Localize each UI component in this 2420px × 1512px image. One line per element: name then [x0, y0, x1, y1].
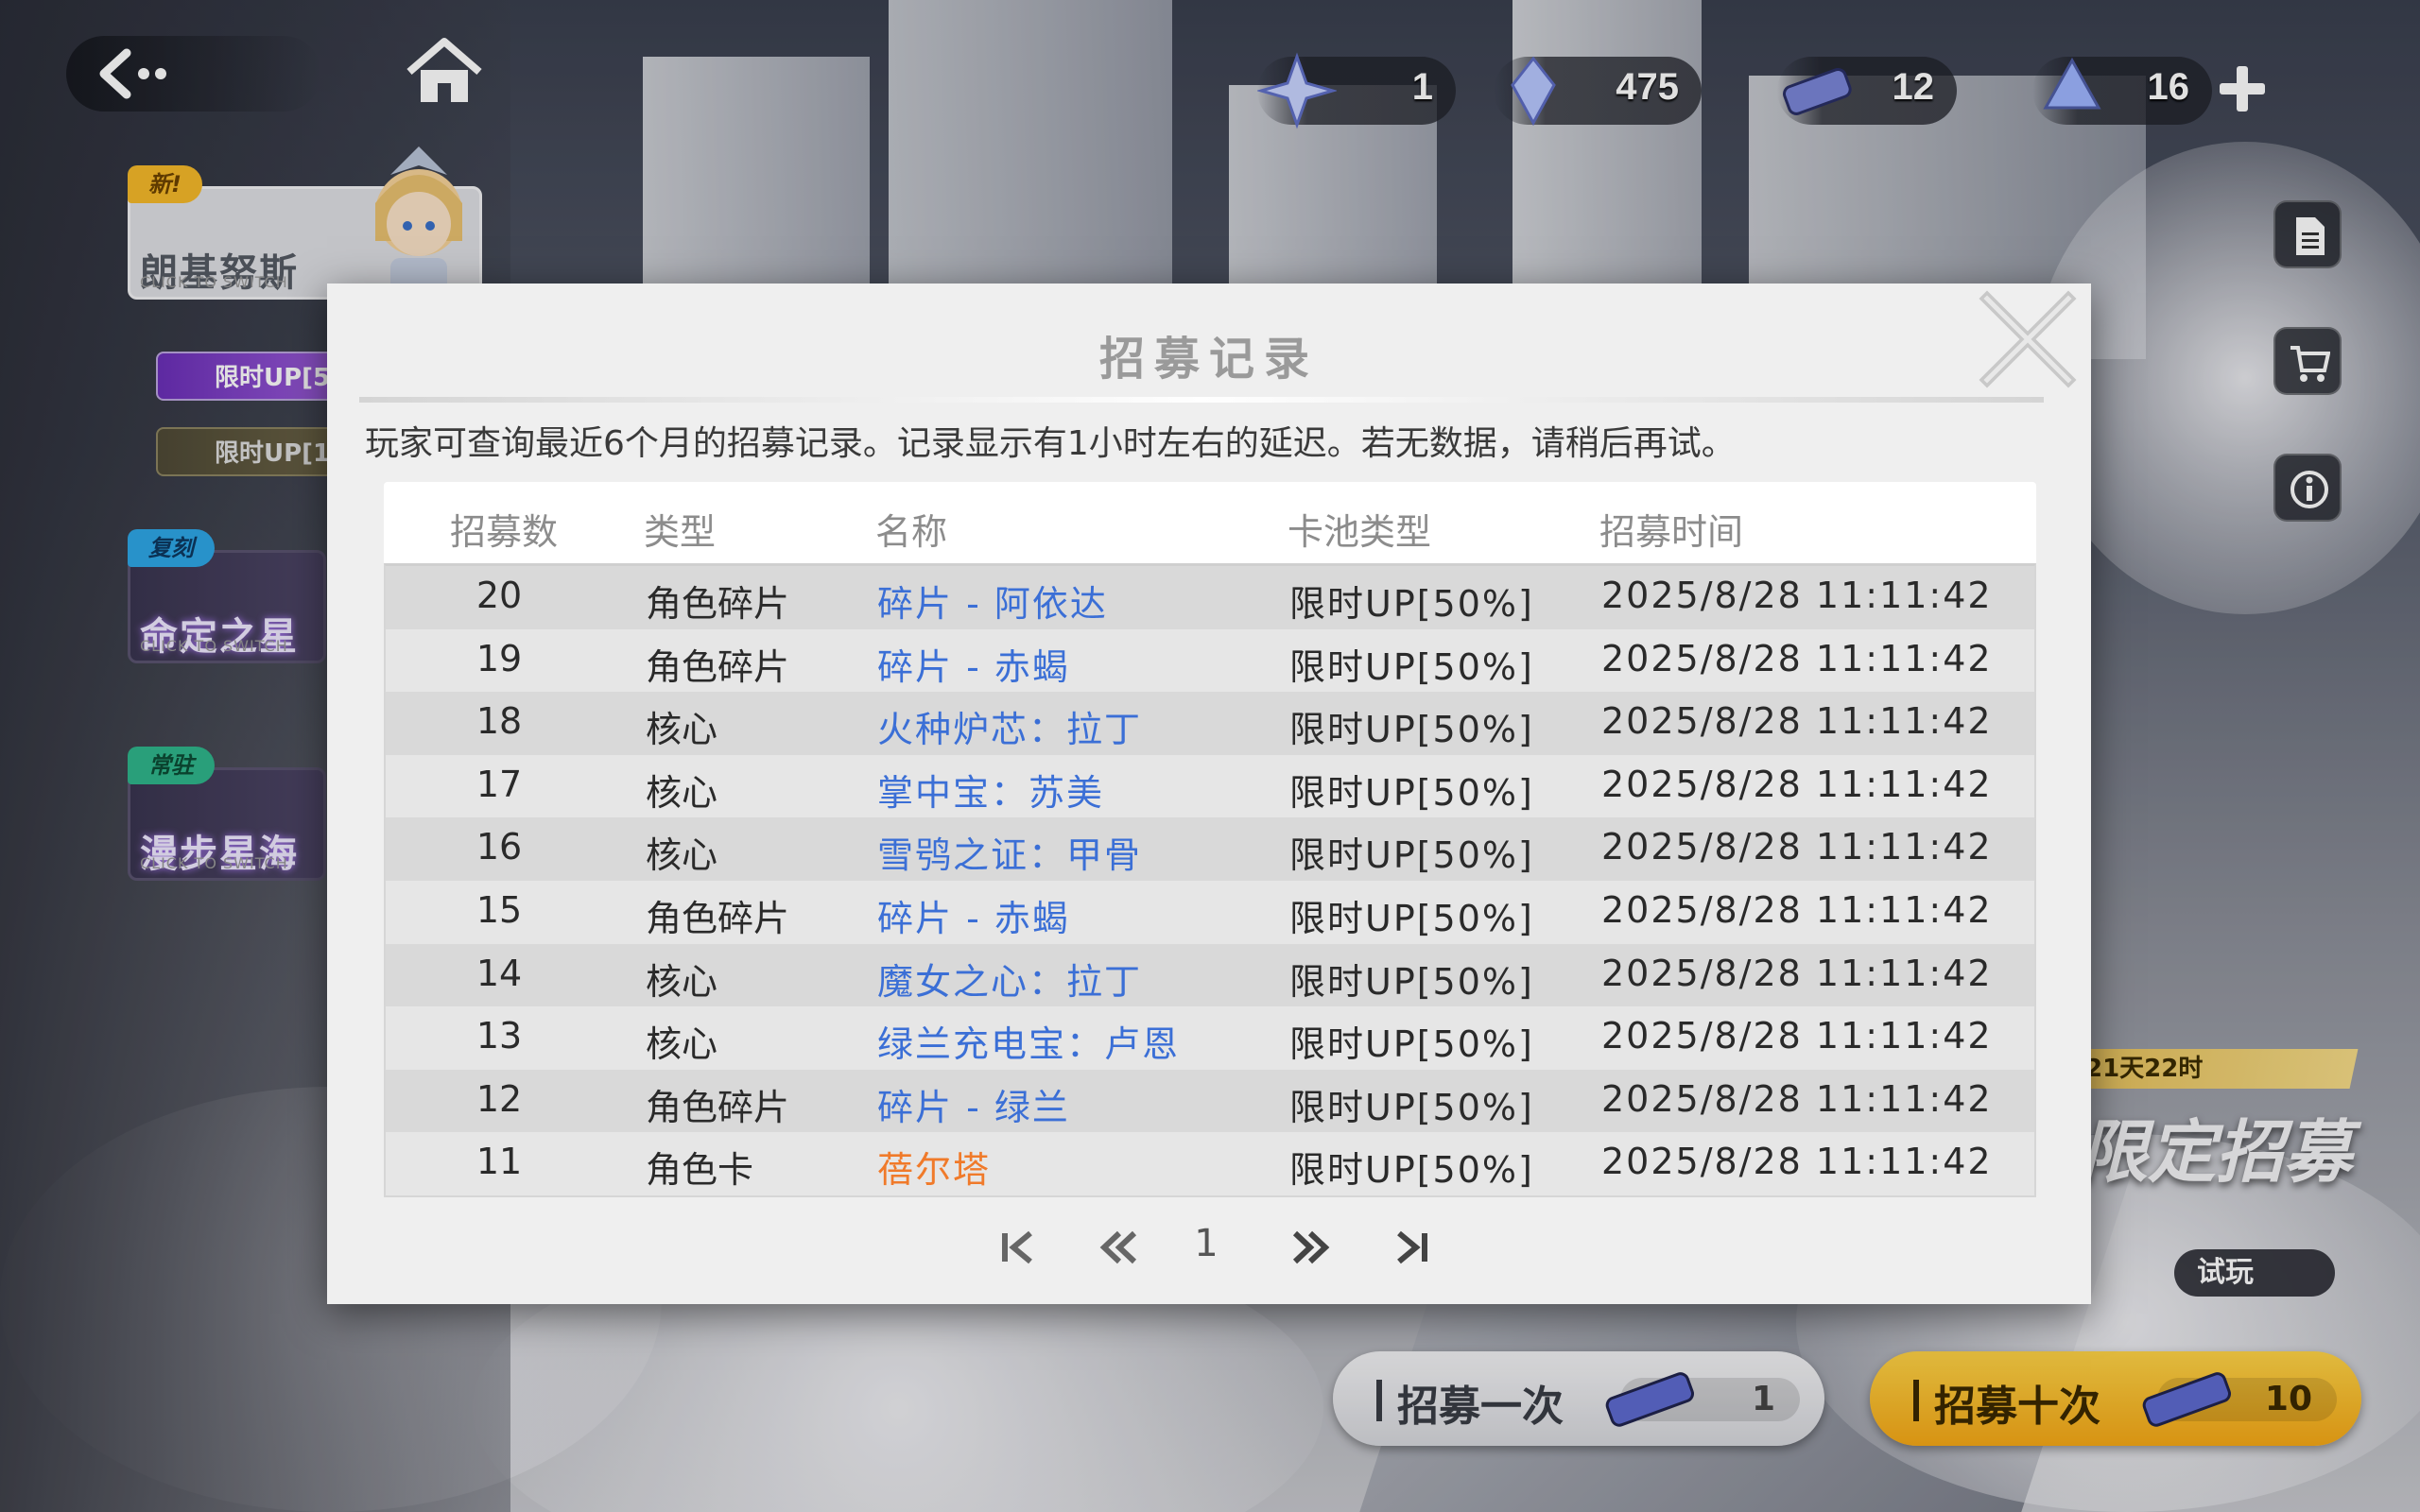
cell-pool: 限时UP[50%]: [1289, 1086, 1534, 1128]
cell-type: 角色碎片: [646, 897, 790, 939]
table-body: 20 角色碎片 碎片 - 阿依达 限时UP[50%] 2025/8/28 11:11:4…: [384, 563, 2036, 1197]
cell-num: 18: [475, 700, 523, 743]
last-page-icon[interactable]: [1384, 1214, 1441, 1280]
pagination: 1: [327, 1214, 2091, 1280]
table-row: 15 角色碎片 碎片 - 赤蝎 限时UP[50%] 2025/8/28 11:11:42: [386, 880, 2034, 944]
cell-time: 2025/8/28 11:11:42: [1601, 1077, 1993, 1120]
cell-pool: 限时UP[50%]: [1289, 897, 1534, 939]
prev-page-icon[interactable]: [1091, 1214, 1148, 1280]
table-row: 11 角色卡 蓓尔塔 限时UP[50%] 2025/8/28 11:11:42: [386, 1132, 2034, 1195]
table-row: 18 核心 火种炉芯：拉丁 限时UP[50%] 2025/8/28 11:11:42: [386, 692, 2034, 755]
cell-num: 15: [475, 888, 523, 931]
close-icon[interactable]: [1976, 287, 2080, 391]
cell-name: 火种炉芯：拉丁: [877, 709, 1143, 751]
cell-pool: 限时UP[50%]: [1289, 960, 1534, 1003]
cell-time: 2025/8/28 11:11:42: [1601, 1015, 1993, 1057]
cell-time: 2025/8/28 11:11:42: [1601, 575, 1993, 616]
cell-type: 核心: [646, 960, 718, 1003]
table-row: 12 角色碎片 碎片 - 绿兰 限时UP[50%] 2025/8/28 11:11:42: [386, 1069, 2034, 1133]
title-divider: [359, 397, 2044, 403]
first-page-icon[interactable]: [989, 1214, 1046, 1280]
dialog-notice: 玩家可查询最近6个月的招募记录。记录显示有1小时左右的延迟。若无数据，请稍后再试…: [365, 424, 1736, 463]
cell-time: 2025/8/28 11:11:42: [1601, 826, 1993, 868]
cell-time: 2025/8/28 11:11:42: [1601, 700, 1993, 743]
cell-type: 核心: [646, 1023, 718, 1066]
cell-name: 掌中宝：苏美: [877, 771, 1105, 814]
cell-pool: 限时UP[50%]: [1289, 1023, 1534, 1066]
record-table: 招募数 类型 名称 卡池类型 招募时间 20 角色碎片 碎片 - 阿依达 限时UP[5…: [384, 482, 2036, 1197]
cell-type: 角色碎片: [646, 645, 790, 688]
cell-name: 雪鸮之证：甲骨: [877, 834, 1143, 877]
cell-num: 17: [475, 763, 523, 805]
cell-type: 核心: [646, 771, 718, 814]
cell-time: 2025/8/28 11:11:42: [1601, 888, 1993, 931]
cell-num: 20: [475, 575, 523, 616]
cell-pool: 限时UP[50%]: [1289, 771, 1534, 814]
cell-name: 绿兰充电宝：卢恩: [877, 1023, 1181, 1066]
table-row: 14 核心 魔女之心：拉丁 限时UP[50%] 2025/8/28 11:11:42: [386, 943, 2034, 1007]
cell-name: 碎片 - 阿依达: [877, 583, 1108, 625]
cell-num: 11: [475, 1141, 523, 1183]
current-page: 1: [1194, 1222, 1219, 1265]
cell-time: 2025/8/28 11:11:42: [1601, 637, 1993, 679]
header-pool: 卡池类型: [1288, 511, 1432, 553]
cell-pool: 限时UP[50%]: [1289, 1149, 1534, 1192]
cell-pool: 限时UP[50%]: [1289, 583, 1534, 625]
table-row: 16 核心 雪鸮之证：甲骨 限时UP[50%] 2025/8/28 11:11:42: [386, 817, 2034, 881]
table-row: 13 核心 绿兰充电宝：卢恩 限时UP[50%] 2025/8/28 11:11:42: [386, 1006, 2034, 1070]
cell-type: 角色碎片: [646, 583, 790, 625]
cell-pool: 限时UP[50%]: [1289, 834, 1534, 877]
cell-num: 14: [475, 952, 523, 994]
cell-time: 2025/8/28 11:11:42: [1601, 1141, 1993, 1183]
table-row: 17 核心 掌中宝：苏美 限时UP[50%] 2025/8/28 11:11:42: [386, 754, 2034, 818]
cell-name: 碎片 - 赤蝎: [877, 897, 1070, 939]
cell-num: 19: [475, 637, 523, 679]
header-num: 招募数: [450, 511, 559, 553]
cell-type: 角色碎片: [646, 1086, 790, 1128]
cell-name: 碎片 - 绿兰: [877, 1086, 1070, 1128]
cell-name: 魔女之心：拉丁: [877, 960, 1143, 1003]
cell-num: 12: [475, 1077, 523, 1120]
cell-num: 13: [475, 1015, 523, 1057]
table-row: 19 角色碎片 碎片 - 赤蝎 限时UP[50%] 2025/8/28 11:11:42: [386, 628, 2034, 693]
cell-pool: 限时UP[50%]: [1289, 645, 1534, 688]
cell-type: 核心: [646, 709, 718, 751]
recruit-record-dialog: 招募记录 玩家可查询最近6个月的招募记录。记录显示有1小时左右的延迟。若无数据，…: [327, 284, 2091, 1304]
cell-name: 蓓尔塔: [877, 1149, 992, 1192]
cell-type: 核心: [646, 834, 718, 877]
header-type: 类型: [644, 511, 717, 553]
dialog-title: 招募记录: [1098, 333, 1319, 386]
cell-time: 2025/8/28 11:11:42: [1601, 763, 1993, 805]
header-name: 名称: [875, 511, 948, 553]
next-page-icon[interactable]: [1282, 1214, 1339, 1280]
table-row: 20 角色碎片 碎片 - 阿依达 限时UP[50%] 2025/8/28 11:11:4…: [386, 566, 2034, 629]
table-header: 招募数 类型 名称 卡池类型 招募时间: [384, 482, 2036, 563]
cell-pool: 限时UP[50%]: [1289, 709, 1534, 751]
cell-num: 16: [475, 826, 523, 868]
cell-type: 角色卡: [646, 1149, 754, 1192]
header-time: 招募时间: [1599, 511, 1744, 553]
cell-name: 碎片 - 赤蝎: [877, 645, 1070, 688]
cell-time: 2025/8/28 11:11:42: [1601, 952, 1993, 994]
